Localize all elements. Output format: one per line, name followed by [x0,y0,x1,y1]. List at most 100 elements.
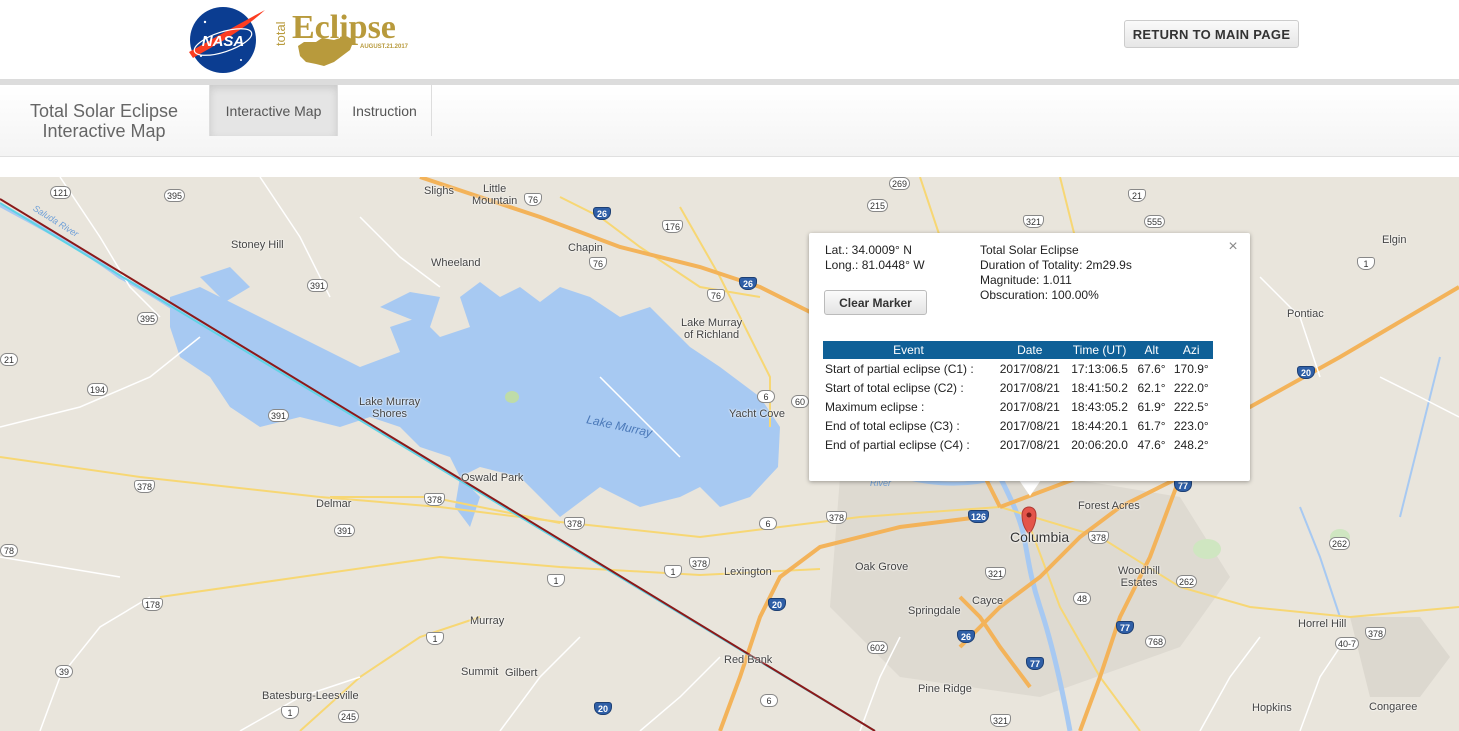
route-shield: 378 [1088,531,1110,544]
place-label: Elgin [1382,234,1407,246]
event-cell: Maximum eclipse : [825,399,925,414]
close-icon[interactable]: × [1226,239,1240,255]
eclipse-logo-prefix: total [276,21,288,46]
place-label: Woodhill Estates [1118,565,1160,589]
place-label-columbia: Columbia [1010,529,1070,545]
nasa-logo-text: NASA [202,33,245,50]
route-shield: 378 [1365,627,1387,640]
route-shield: 555 [1144,215,1166,228]
route-shield: 395 [164,189,186,202]
azi-cell: 223.0° [1173,418,1209,433]
date-cell: 2017/08/21 [999,399,1060,414]
route-shield: 602 [867,641,889,654]
route-shield: 121 [50,186,72,199]
event-cell: End of total eclipse (C3) : [825,418,960,433]
place-label: Murray [470,615,505,627]
nasa-logo[interactable]: NASA [183,4,267,74]
clear-marker-button[interactable]: Clear Marker [824,290,927,315]
event-cell: Start of total eclipse (C2) : [825,380,964,395]
route-shield: 768 [1145,635,1167,648]
route-shield: 391 [334,524,356,537]
tab-interactive-map[interactable]: Interactive Map [209,85,337,136]
tab-instruction[interactable]: Instruction [337,85,432,136]
place-label: Oak Grove [855,561,909,573]
place-label: Lake Murray of Richland [681,317,743,341]
time-cell: 17:13:06.5 [1071,361,1128,376]
obscuration-text: Obscuration: 100.00% [980,288,1099,302]
place-label: Gilbert [505,667,538,679]
route-shield: 378 [826,511,848,524]
place-label: Slighs [424,185,454,197]
route-shield: 269 [889,177,911,190]
duration-text: Duration of Totality: 2m29.9s [980,258,1132,272]
event-cell: End of partial eclipse (C4) : [825,437,970,452]
route-shield: 6 [759,517,777,530]
eclipse-events-table: Event Date Time (UT) Alt Azi Start of pa… [823,341,1213,454]
place-label: Pontiac [1287,308,1324,320]
place-label: Lexington [724,566,772,578]
place-label: Chapin [568,242,603,254]
time-cell: 18:43:05.2 [1071,399,1128,414]
eclipse-info-popup: × Lat.: 34.0009° N Long.: 81.0448° W Tot… [809,233,1250,481]
popup-pointer [1019,480,1041,496]
place-label: Forest Acres [1078,500,1140,512]
return-to-main-page-button[interactable]: RETURN TO MAIN PAGE [1124,20,1299,48]
table-row: Start of total eclipse (C2) : 2017/08/21… [823,378,1213,397]
route-shield: 6 [757,390,775,403]
place-label: Oswald Park [461,472,524,484]
date-cell: 2017/08/21 [999,437,1060,452]
route-shield: 40-7 [1335,637,1360,650]
place-label: Delmar [316,498,352,510]
route-shield: 378 [689,557,711,570]
table-row: Start of partial eclipse (C1) : 2017/08/… [823,359,1213,378]
column-header: Azi [1169,341,1213,359]
route-shield: 262 [1176,575,1198,588]
azi-cell: 248.2° [1173,437,1209,452]
time-cell: 18:44:20.1 [1071,418,1128,433]
route-shield: 262 [1329,537,1351,550]
route-shield: 48 [1073,592,1091,605]
navbar-brand[interactable]: Total Solar Eclipse Interactive Map [0,85,208,156]
route-shield: 78 [0,544,18,557]
azi-cell: 222.0° [1173,380,1209,395]
navbar: Total Solar Eclipse Interactive Map Inte… [0,85,1459,157]
total-eclipse-logo[interactable]: total Eclipse AUGUST.21.2017 [276,6,418,72]
place-label: Lake Murray Shores [359,396,421,420]
place-label: Red Bank [724,654,773,666]
column-header: Alt [1133,341,1170,359]
date-cell: 2017/08/21 [999,361,1060,376]
magnitude-text: Magnitude: 1.011 [980,273,1072,287]
brand-line-1: Total Solar Eclipse [29,100,179,121]
route-shield: 6 [760,694,778,707]
eclipse-logo-date: AUGUST.21.2017 [360,44,409,50]
route-shield: 215 [867,199,889,212]
place-label: Little Mountain [472,183,518,207]
date-cell: 2017/08/21 [999,418,1060,433]
route-shield: 194 [87,383,109,396]
place-label: Congaree [1369,701,1418,713]
brand-line-2: Interactive Map [42,120,166,141]
place-label: Hopkins [1252,702,1292,714]
table-row: End of partial eclipse (C4) : 2017/08/21… [823,435,1213,454]
eclipse-title: Total Solar Eclipse [980,243,1079,257]
park-area [1193,539,1221,559]
route-shield: 245 [338,710,360,723]
route-shield: 391 [307,279,329,292]
route-shield: 395 [137,312,159,325]
place-label: Stoney Hill [231,239,284,251]
table-row: End of total eclipse (C3) : 2017/08/21 1… [823,416,1213,435]
place-label: Horrel Hill [1298,618,1347,630]
alt-cell: 67.6° [1137,361,1166,376]
route-shield: 321 [990,714,1012,727]
route-shield: 176 [662,220,684,233]
route-shield: 321 [1023,215,1045,228]
place-label: Pine Ridge [918,683,972,695]
route-shield: 391 [268,409,290,422]
column-header: Event [823,341,994,359]
latitude-text: Lat.: 34.0009° N [825,243,912,257]
azi-cell: 222.5° [1173,399,1209,414]
alt-cell: 61.9° [1137,399,1166,414]
route-shield: 39 [55,665,73,678]
route-shield: 321 [985,567,1007,580]
route-shield: 21 [0,353,18,366]
